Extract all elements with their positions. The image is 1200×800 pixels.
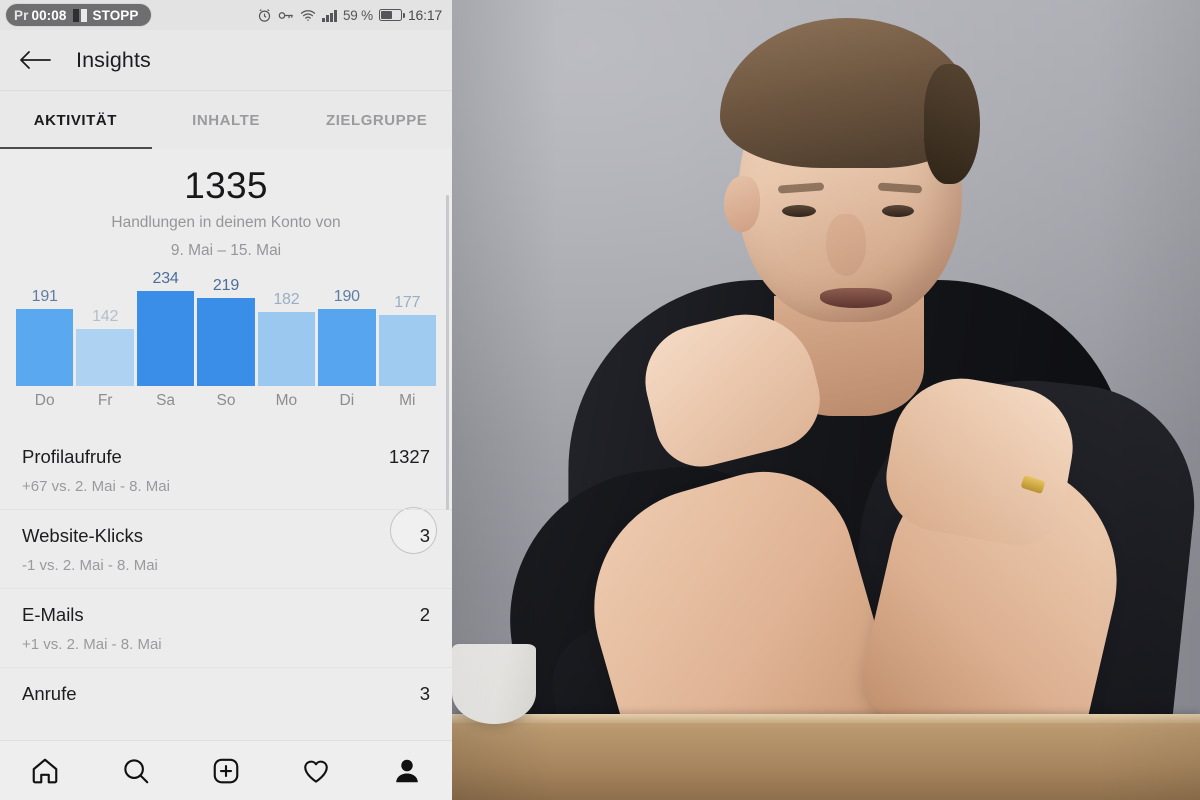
bottom-navigation-bar: [0, 740, 452, 800]
weekly-activity-chart[interactable]: 191 142 234 219 182 190 177: [0, 268, 452, 386]
person-nose: [826, 214, 866, 276]
chart-bar-column[interactable]: 191: [16, 274, 74, 386]
recording-elapsed-time: 00:08: [31, 7, 67, 23]
activity-summary: 1335 Handlungen in deinem Konto von 9. M…: [0, 149, 452, 268]
wooden-table: [452, 714, 1200, 800]
status-bar: Pr 00:08 STOPP 59 % 16:17: [0, 0, 452, 30]
metric-row[interactable]: Profilaufrufe 1327 +67 vs. 2. Mai - 8. Mai: [0, 430, 452, 509]
vertical-scrollbar[interactable]: [446, 195, 449, 510]
summary-description-line1: Handlungen in deinem Konto von: [111, 213, 341, 231]
white-bowl: [452, 644, 536, 724]
metric-value: 1327: [388, 445, 430, 467]
battery-icon: [378, 9, 405, 21]
screen-root: Pr 00:08 STOPP 59 % 16:17 Insights AKTIV…: [0, 0, 1200, 800]
chart-x-label: Mi: [399, 391, 416, 409]
tab-inhalte[interactable]: INHALTE: [151, 91, 302, 149]
chart-bar[interactable]: [76, 328, 134, 386]
chart-bar[interactable]: [136, 290, 195, 386]
phone-screen-panel: Pr 00:08 STOPP 59 % 16:17 Insights AKTIV…: [0, 0, 452, 800]
insights-scroll-area[interactable]: 1335 Handlungen in deinem Konto von 9. M…: [0, 149, 452, 800]
status-icons: 59 % 16:17: [257, 7, 442, 23]
recording-prefix-label: Pr: [14, 7, 29, 23]
chart-bar[interactable]: [197, 297, 255, 386]
chart-bar-value-label: 142: [92, 307, 119, 325]
total-actions-value: 1335: [184, 165, 268, 206]
recording-stop-label[interactable]: STOPP: [93, 8, 139, 23]
add-post-icon[interactable]: [181, 756, 271, 786]
metric-value: 3: [419, 524, 430, 546]
chart-bar[interactable]: [378, 314, 436, 386]
profile-icon[interactable]: [362, 756, 452, 786]
tab-zielgruppe[interactable]: ZIELGRUPPE: [301, 91, 452, 149]
chart-x-axis-labels: Do Fr Sa So Mo Di Mi: [0, 386, 452, 410]
metrics-list: Profilaufrufe 1327 +67 vs. 2. Mai - 8. Mai…: [0, 430, 452, 719]
tab-aktivitaet[interactable]: AKTIVITÄT: [0, 91, 151, 149]
metric-row[interactable]: E-Mails 2 +1 vs. 2. Mai - 8. Mai: [0, 587, 452, 667]
person-left-eye: [782, 205, 816, 217]
home-icon[interactable]: [0, 756, 90, 786]
chart-bar-column[interactable]: 142: [76, 274, 134, 386]
chart-bar[interactable]: [257, 311, 316, 386]
page-title: Insights: [76, 47, 151, 72]
metric-name: Website-Klicks: [22, 524, 143, 546]
battery-percent-label: 59 %: [342, 7, 373, 23]
chart-bar-column[interactable]: 182: [257, 274, 316, 386]
chart-x-label: Do: [34, 391, 55, 409]
heart-icon[interactable]: [271, 756, 361, 786]
chart-bar-value-label: 182: [273, 290, 300, 308]
pause-icon[interactable]: [72, 8, 87, 22]
chart-bar-value-label: 219: [212, 276, 240, 294]
metric-delta: +1 vs. 2. Mai - 8. Mai: [22, 635, 162, 653]
metric-row-header: Profilaufrufe 1327: [22, 446, 430, 468]
metric-value: 2: [419, 603, 430, 625]
metric-row[interactable]: Anrufe 3: [0, 666, 452, 719]
search-icon[interactable]: [90, 756, 180, 786]
metric-name: E-Mails: [22, 603, 84, 625]
chart-bar-value-label: 234: [152, 269, 179, 287]
wifi-icon: [300, 9, 316, 22]
chart-x-label: So: [216, 391, 236, 409]
chart-bar[interactable]: [16, 308, 74, 386]
metric-name: Anrufe: [22, 682, 77, 704]
alarm-clock-icon: [257, 8, 272, 23]
metric-row[interactable]: Website-Klicks 3 -1 vs. 2. Mai - 8. Mai: [0, 508, 452, 588]
chart-bar-column[interactable]: 234: [136, 270, 195, 386]
metric-row-header: Anrufe 3: [22, 683, 430, 705]
metric-row-header: Website-Klicks 3: [22, 525, 430, 547]
chart-x-label: Fr: [97, 391, 113, 409]
chart-bar-value-label: 191: [31, 287, 58, 305]
chart-bar-column[interactable]: 219: [197, 274, 255, 386]
tab-bar: AKTIVITÄT INHALTE ZIELGRUPPE: [0, 91, 452, 149]
chart-bar-column[interactable]: 177: [378, 274, 436, 386]
person-mouth: [820, 288, 892, 308]
status-clock: 16:17: [407, 7, 442, 23]
back-arrow-icon[interactable]: [18, 48, 52, 72]
metric-delta: +67 vs. 2. Mai - 8. Mai: [22, 477, 170, 495]
chart-x-label: Sa: [156, 391, 176, 409]
metric-row-header: E-Mails 2: [22, 604, 430, 626]
person-ear: [724, 176, 760, 232]
app-bar: Insights: [0, 30, 452, 91]
chart-bar-value-label: 190: [333, 287, 360, 305]
chart-x-label: Mo: [275, 391, 298, 409]
chart-bar[interactable]: [318, 308, 376, 386]
metric-value: 3: [419, 682, 430, 704]
video-panel: [452, 0, 1200, 800]
chart-bars: 191 142 234 219 182 190 177: [16, 270, 436, 386]
cellular-signal-icon: [322, 9, 337, 22]
chart-bar-column[interactable]: 190: [318, 274, 376, 386]
screen-recording-pill[interactable]: Pr 00:08 STOPP: [6, 4, 151, 26]
metric-name: Profilaufrufe: [22, 445, 122, 467]
metric-delta: -1 vs. 2. Mai - 8. Mai: [22, 556, 158, 574]
chart-x-label: Di: [339, 391, 355, 409]
chart-bar-value-label: 177: [394, 293, 421, 311]
summary-date-range: 9. Mai – 15. Mai: [170, 241, 282, 259]
key-icon: [278, 9, 294, 22]
person-right-eye: [882, 205, 914, 217]
